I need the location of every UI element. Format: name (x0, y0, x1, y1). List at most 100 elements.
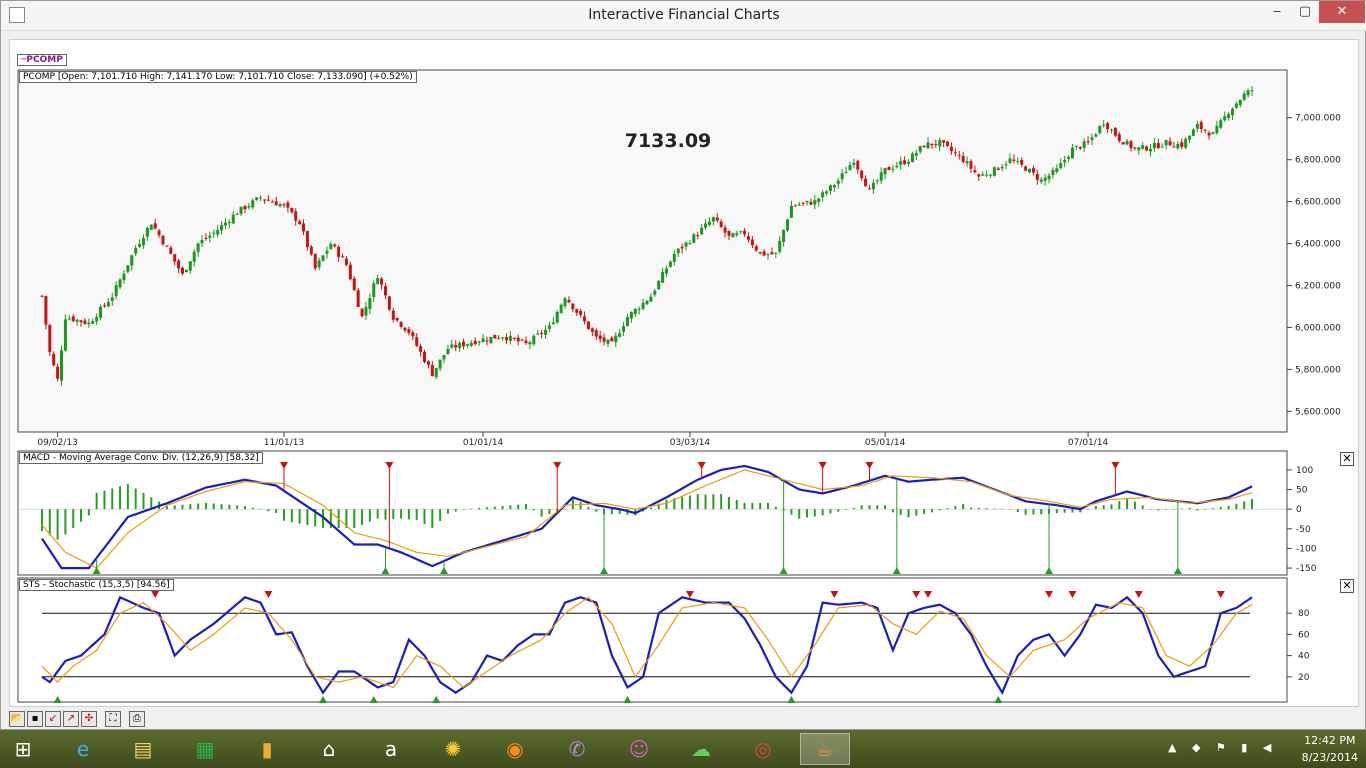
candle-body (165, 245, 169, 247)
candle-body (1141, 145, 1145, 149)
candle-body (1117, 134, 1121, 141)
candle-body (1203, 129, 1207, 131)
macd-histogram-bar (712, 494, 715, 510)
clock-date: 8/23/2014 (1301, 751, 1358, 764)
candle-body (786, 219, 790, 231)
maximize-button[interactable]: ▢ (1291, 1, 1319, 23)
candle-body (1035, 174, 1039, 180)
title-bar[interactable]: Interactive Financial Charts ‒ ▢ ✕ (1, 1, 1366, 31)
home-icon[interactable]: ⌂ (304, 733, 354, 765)
zoom-out-icon[interactable]: ↗ (63, 711, 79, 727)
macd-histogram-bar (610, 509, 613, 515)
open-icon[interactable]: 📂 (9, 711, 25, 727)
candle-body (1090, 137, 1094, 141)
candle-body (196, 243, 200, 253)
file-explorer-icon[interactable]: ▤ (118, 733, 168, 765)
macd-histogram-bar (103, 490, 106, 510)
chart-canvas[interactable]: 5,600.000 5,800.000 6,000.000 6,200.000 6,40… (10, 40, 1360, 708)
amazon-icon[interactable]: a (366, 733, 416, 765)
candle-body (161, 235, 165, 245)
macd-histogram-bar (111, 488, 114, 510)
notes-icon[interactable]: ▮ (242, 733, 292, 765)
candle-body (419, 346, 423, 352)
candle-body (1188, 135, 1192, 140)
macd-histogram-bar (509, 505, 512, 510)
macd-close-button[interactable]: ✕ (1340, 452, 1354, 466)
macd-histogram-bar (696, 494, 699, 510)
candle-body (298, 221, 302, 225)
system-tray-icons[interactable]: ▲ ◆ ⚑ ▮ ◀ (1168, 741, 1277, 754)
candle-body (415, 337, 419, 346)
candle-body (118, 279, 122, 288)
candle-body (1094, 134, 1098, 137)
macd-histogram-bar (899, 509, 902, 515)
candle-body (586, 321, 590, 330)
cloud-icon[interactable]: ☁ (676, 733, 726, 765)
candle-body (879, 172, 883, 181)
candle-body (220, 225, 224, 231)
fit-icon[interactable]: ⛶ (105, 711, 121, 727)
candle-body (227, 221, 231, 224)
hatena-icon[interactable]: ✺ (428, 733, 478, 765)
macd-histogram-bar (876, 505, 879, 510)
close-button[interactable]: ✕ (1319, 1, 1365, 23)
candle-body (208, 235, 212, 238)
clock[interactable]: 12:42 PM 8/23/2014 (1302, 732, 1358, 766)
chrome-icon[interactable]: ◎ (738, 733, 788, 765)
candle-body (1028, 168, 1032, 173)
firefox-icon[interactable]: ◉ (490, 733, 540, 765)
candle-body (1137, 147, 1141, 151)
candle-body (442, 355, 446, 360)
stochastic-tick-label: 20 (1298, 673, 1310, 683)
macd-histogram-bar (72, 509, 75, 529)
candle-body (571, 303, 575, 310)
print-icon[interactable]: ⎙ (129, 711, 145, 727)
candle-body (259, 197, 263, 199)
chart-toolbar: 📂 ▪ ↙ ↗ ✣ ⛶ ⎙ (9, 711, 145, 729)
candle-body (544, 329, 548, 335)
macd-histogram-bar (1172, 509, 1175, 510)
candle-body (274, 201, 278, 206)
candle-body (547, 325, 551, 329)
candle-body (1113, 127, 1117, 136)
sts-close-button[interactable]: ✕ (1340, 579, 1354, 593)
candle-body (887, 166, 891, 171)
internet-explorer-icon[interactable]: e (58, 733, 108, 765)
macd-histogram-bar (220, 504, 223, 510)
minimize-button[interactable]: ‒ (1263, 1, 1291, 23)
store-icon[interactable]: ▦ (180, 733, 230, 765)
macd-histogram-bar (891, 509, 894, 513)
macd-histogram-bar (80, 509, 83, 522)
candle-body (348, 264, 352, 280)
candle-body (793, 205, 797, 207)
macd-histogram-bar (243, 506, 246, 510)
viber-icon[interactable]: ✆ (552, 733, 602, 765)
java-icon[interactable]: ☕ (800, 733, 850, 765)
candle-body (575, 309, 579, 313)
macd-histogram-bar (532, 509, 535, 511)
macd-histogram-bar (306, 509, 309, 526)
candle-body (965, 161, 969, 164)
candle-body (680, 246, 684, 249)
candle-body (473, 340, 477, 345)
candle-body (625, 317, 629, 327)
candle-body (953, 152, 957, 154)
macd-histogram-bar (923, 509, 926, 514)
candle-body (465, 344, 469, 346)
messenger-icon[interactable]: ☺ (614, 733, 664, 765)
windows-start-icon[interactable]: ⊞ (0, 733, 46, 765)
macd-histogram-bar (400, 509, 403, 519)
candle-body (930, 143, 934, 146)
candle-body (907, 161, 911, 164)
macd-histogram-bar (587, 506, 590, 510)
candle-body (528, 342, 532, 345)
save-icon[interactable]: ▪ (27, 711, 43, 727)
macd-histogram-bar (204, 502, 207, 510)
candle-body (223, 222, 227, 226)
zoom-in-icon[interactable]: ↙ (45, 711, 61, 727)
candle-body (1098, 125, 1102, 134)
macd-histogram-bar (150, 497, 153, 510)
candle-body (169, 247, 173, 254)
candle-body (598, 335, 602, 340)
zoom-reset-icon[interactable]: ✣ (81, 711, 97, 727)
